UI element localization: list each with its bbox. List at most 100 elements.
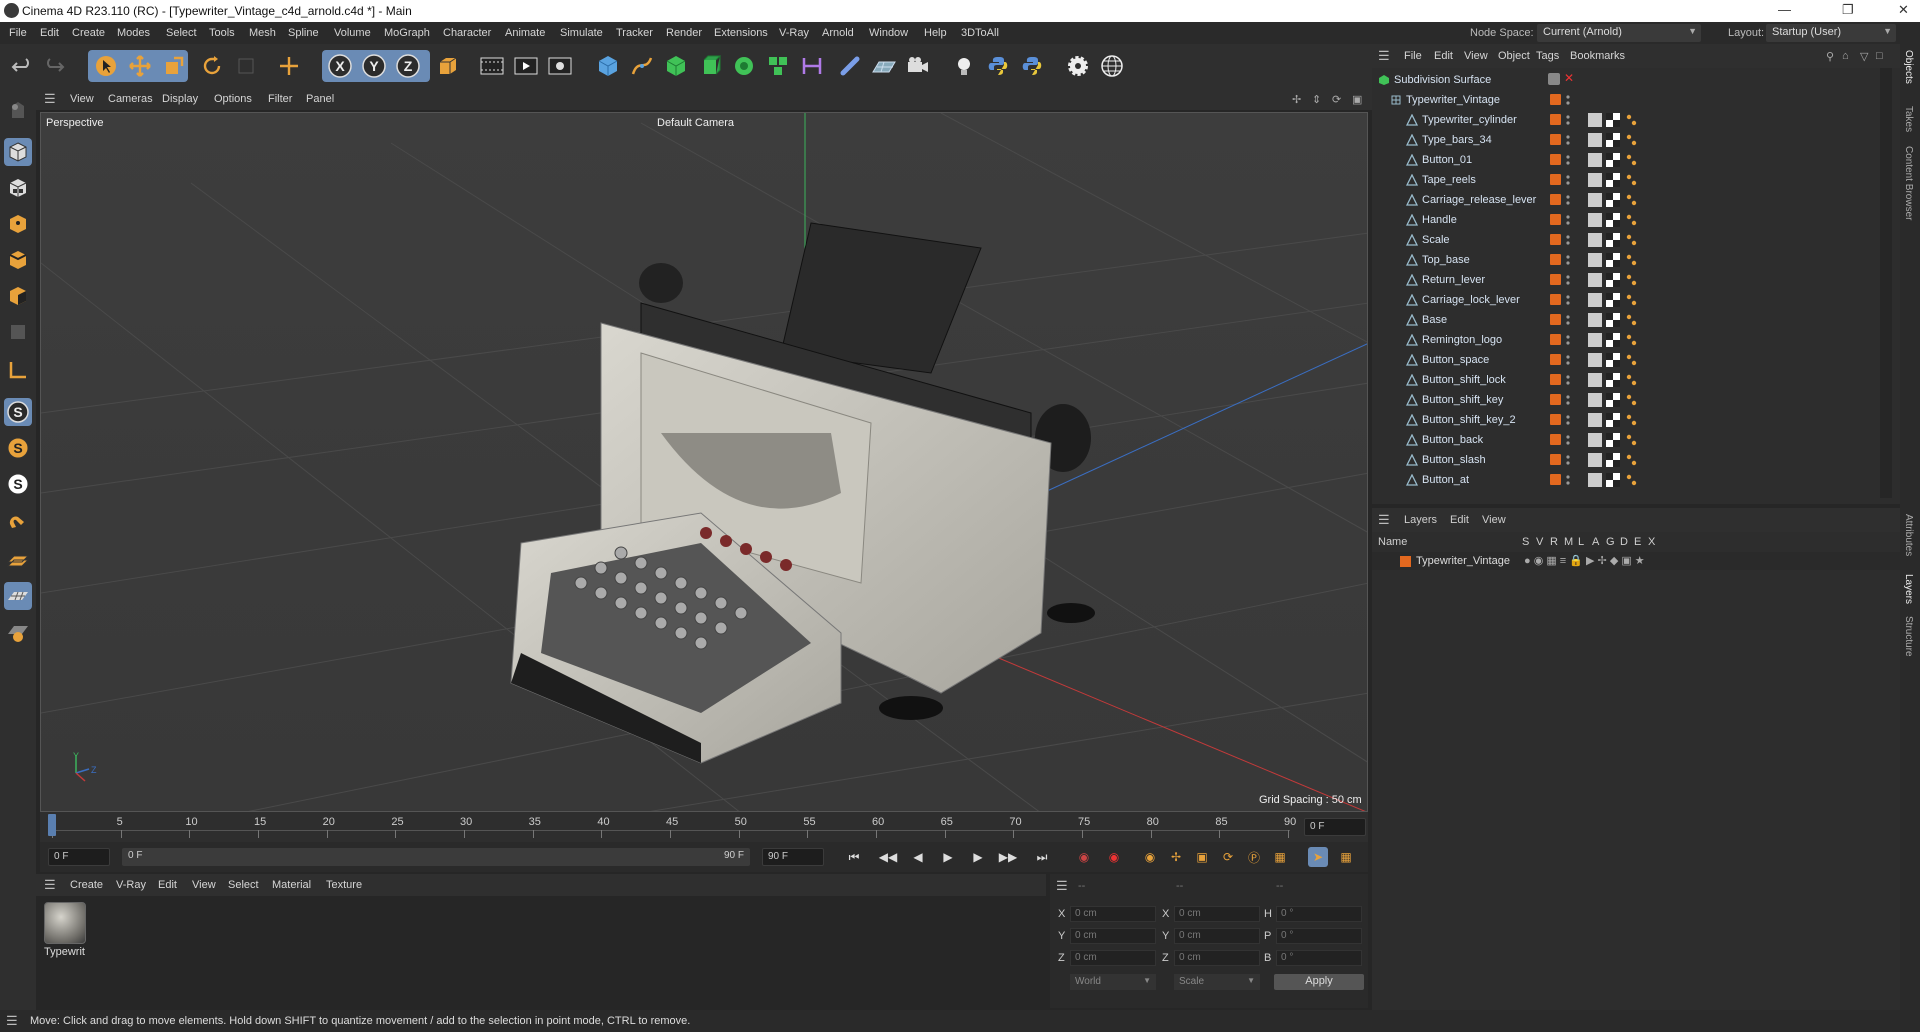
object-name[interactable]: Top_base	[1422, 254, 1470, 266]
globe-icon[interactable]	[1098, 52, 1126, 80]
filter-icon[interactable]: ▽	[1860, 50, 1868, 63]
object-name[interactable]: Typewriter_Vintage	[1406, 94, 1500, 106]
menu-volume[interactable]: Volume	[334, 27, 371, 39]
key-rotation-icon[interactable]: ⟳	[1218, 847, 1238, 867]
layer-color-swatch[interactable]	[1550, 94, 1561, 105]
visibility-dots-icon[interactable]	[1566, 293, 1570, 307]
grid-plane-icon[interactable]	[4, 582, 32, 610]
solo-hierarchy-icon[interactable]: S	[4, 470, 32, 498]
workplane-icon[interactable]	[4, 546, 32, 574]
obj-menu-bookmarks[interactable]: Bookmarks	[1570, 50, 1625, 62]
menu-3dtoall[interactable]: 3DToAll	[961, 27, 999, 39]
maximize-icon[interactable]: ❐	[1842, 2, 1854, 18]
object-row[interactable]: Button_space	[1372, 350, 1880, 370]
pan-view-icon[interactable]: ✢	[1292, 93, 1301, 106]
menu-extensions[interactable]: Extensions	[714, 27, 768, 39]
layer-menu-view[interactable]: View	[1482, 514, 1506, 526]
obj-menu-view[interactable]: View	[1464, 50, 1488, 62]
hamburger-icon[interactable]: ☰	[44, 877, 56, 893]
obj-menu-edit[interactable]: Edit	[1434, 50, 1453, 62]
material-tags-icon[interactable]	[1588, 473, 1648, 487]
size-x-field[interactable]: 0 cm	[1174, 906, 1260, 922]
vp-menu-panel[interactable]: Panel	[306, 93, 334, 105]
vp-menu-display[interactable]: Display	[162, 93, 198, 105]
vp-menu-options[interactable]: Options	[214, 93, 252, 105]
python-script-icon[interactable]	[984, 52, 1012, 80]
layer-color-swatch[interactable]	[1550, 114, 1561, 125]
menu-spline[interactable]: Spline	[288, 27, 319, 39]
new-window-icon[interactable]: □	[1876, 50, 1883, 62]
object-row[interactable]: Carriage_lock_lever	[1372, 290, 1880, 310]
go-to-start-icon[interactable]: ⏮	[844, 847, 864, 867]
visibility-dots-icon[interactable]	[1566, 93, 1570, 107]
texture-mode-icon[interactable]	[4, 174, 32, 202]
visibility-dots-icon[interactable]	[1566, 273, 1570, 287]
subdivision-icon[interactable]	[662, 52, 690, 80]
field-icon[interactable]	[836, 52, 864, 80]
layer-color-swatch[interactable]	[1550, 194, 1561, 205]
polygons-mode-icon[interactable]	[4, 282, 32, 310]
object-name[interactable]: Scale	[1422, 234, 1450, 246]
go-to-end-icon[interactable]: ⏭	[1032, 847, 1052, 867]
side-tab-layers[interactable]: Layers	[1903, 574, 1914, 604]
object-name[interactable]: Carriage_lock_lever	[1422, 294, 1520, 306]
menu-mograph[interactable]: MoGraph	[384, 27, 430, 39]
object-row[interactable]: Button_back	[1372, 430, 1880, 450]
side-tab-takes[interactable]: Takes	[1903, 106, 1914, 132]
object-name[interactable]: Button_01	[1422, 154, 1472, 166]
object-scrollbar[interactable]	[1880, 68, 1892, 498]
menu-window[interactable]: Window	[869, 27, 908, 39]
rot-p-field[interactable]: 0 °	[1276, 928, 1362, 944]
pen-spline-icon[interactable]	[628, 52, 656, 80]
visibility-dots-icon[interactable]	[1566, 213, 1570, 227]
prev-key-icon[interactable]: ◀◀	[878, 847, 898, 867]
move-tool-icon[interactable]	[126, 52, 154, 80]
points-mode-icon[interactable]	[4, 210, 32, 238]
object-row[interactable]: Button_01	[1372, 150, 1880, 170]
current-frame-field[interactable]: 0 F	[1304, 818, 1366, 836]
next-frame-icon[interactable]: ▶	[968, 847, 988, 867]
layout-dropdown[interactable]: Startup (User) ▼	[1766, 24, 1896, 42]
coord-space-dropdown[interactable]: World ▼	[1070, 974, 1156, 990]
hamburger-icon[interactable]: ☰	[44, 91, 56, 107]
axis-mode-icon[interactable]	[4, 356, 32, 384]
object-name[interactable]: Return_lever	[1422, 274, 1485, 286]
vp-menu-view[interactable]: View	[70, 93, 94, 105]
mograph-cloner-icon[interactable]	[730, 52, 758, 80]
render-settings-icon[interactable]	[546, 52, 574, 80]
solo-icon[interactable]: S	[4, 434, 32, 462]
visibility-dots-icon[interactable]	[1566, 173, 1570, 187]
object-name[interactable]: Subdivision Surface	[1394, 74, 1491, 86]
undo-icon[interactable]	[8, 52, 36, 80]
timeline-window-icon[interactable]: ▦	[1336, 847, 1356, 867]
object-root-row[interactable]: Subdivision Surface ✕	[1372, 70, 1880, 90]
vp-menu-cameras[interactable]: Cameras	[108, 93, 153, 105]
rot-b-field[interactable]: 0 °	[1276, 950, 1362, 966]
transform-tool-icon[interactable]	[275, 52, 303, 80]
apply-button[interactable]: Apply	[1274, 974, 1364, 990]
motion-record-icon[interactable]: ➤	[1308, 847, 1328, 867]
visibility-dots-icon[interactable]	[1566, 153, 1570, 167]
side-tab-structure[interactable]: Structure	[1903, 616, 1914, 657]
uv-mode-icon[interactable]	[4, 318, 32, 346]
home-icon[interactable]: ⌂	[1842, 50, 1849, 62]
coordinate-system-icon[interactable]	[434, 52, 462, 80]
visibility-dots-icon[interactable]	[1566, 133, 1570, 147]
pos-y-field[interactable]: 0 cm	[1070, 928, 1156, 944]
play-icon[interactable]: ▶	[938, 847, 958, 867]
mat-menu-vray[interactable]: V-Ray	[116, 879, 146, 891]
visibility-dots-icon[interactable]	[1566, 413, 1570, 427]
timeline-ruler[interactable]: 051015202530354045505560657075808590 0 F	[40, 812, 1368, 842]
hamburger-icon[interactable]: ☰	[1378, 512, 1390, 528]
menu-modes[interactable]: Modes	[117, 27, 150, 39]
minimize-icon[interactable]: —	[1778, 2, 1791, 17]
material-tags-icon[interactable]	[1588, 393, 1648, 407]
object-name[interactable]: Base	[1422, 314, 1447, 326]
material-tags-icon[interactable]	[1588, 313, 1648, 327]
hamburger-icon[interactable]: ☰	[6, 1013, 18, 1029]
gear-icon[interactable]	[1064, 52, 1092, 80]
object-name[interactable]: Button_at	[1422, 474, 1469, 486]
keyframe-selection-icon[interactable]: ◉	[1140, 847, 1160, 867]
layer-color-swatch[interactable]	[1550, 394, 1561, 405]
visibility-dots-icon[interactable]	[1566, 373, 1570, 387]
